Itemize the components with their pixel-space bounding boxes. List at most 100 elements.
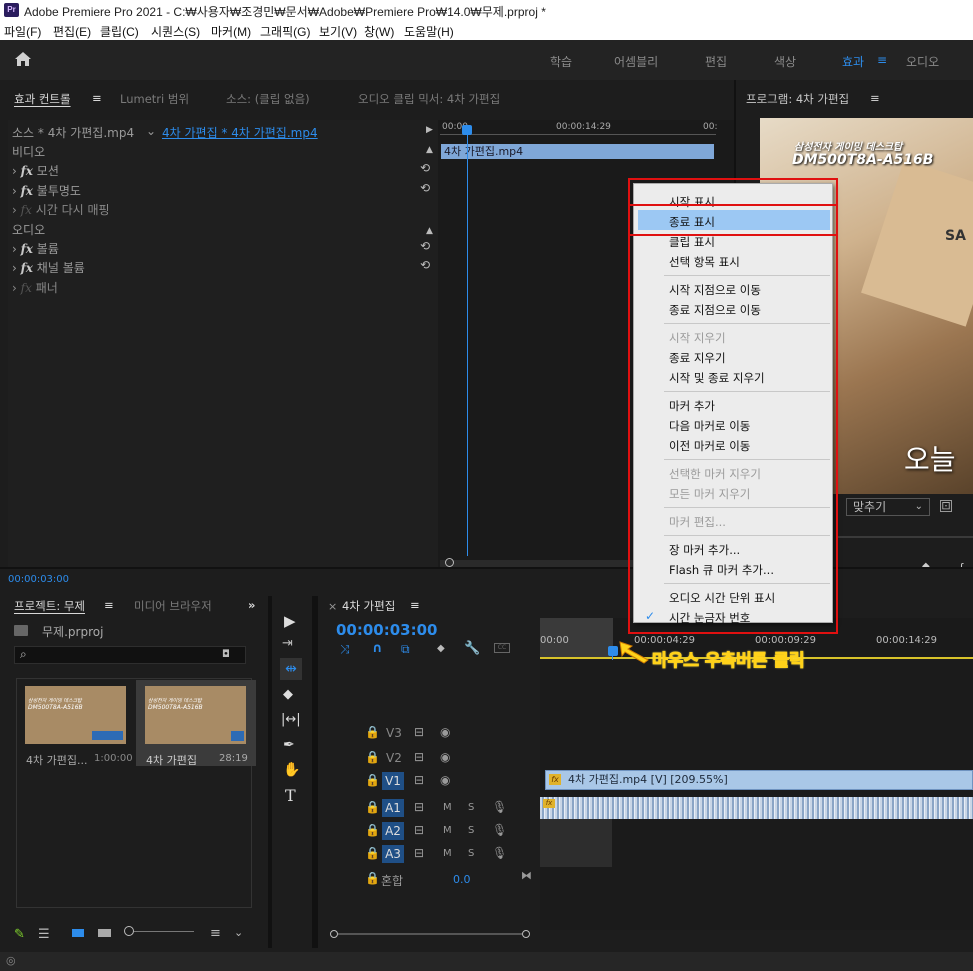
- microphone-icon[interactable]: 🎙: [492, 846, 507, 860]
- project-item-name[interactable]: 4차 가편집: [146, 752, 197, 768]
- microphone-icon[interactable]: 🎙: [492, 800, 507, 814]
- menu-help[interactable]: 도움말(H): [404, 23, 454, 40]
- project-item-name[interactable]: 4차 가편집...: [26, 752, 87, 768]
- solo-button[interactable]: S: [468, 848, 474, 859]
- tab-source[interactable]: 소스: (클립 없음): [226, 91, 310, 107]
- scroll-handle-right[interactable]: [522, 930, 530, 938]
- wrench-icon[interactable]: 🔧: [464, 641, 480, 656]
- track-label-a1[interactable]: A1: [382, 799, 404, 817]
- freeform-view-icon[interactable]: [98, 929, 111, 937]
- close-icon[interactable]: ×: [328, 600, 337, 613]
- lock-icon[interactable]: 🔒: [365, 846, 380, 860]
- tab-audio-clip-mixer[interactable]: 오디오 클립 믹서: 4차 가편집: [358, 91, 500, 107]
- lock-icon[interactable]: 🔒: [365, 750, 380, 764]
- ec-clip-bar[interactable]: 4차 가편집.mp4: [441, 144, 714, 159]
- snap-icon[interactable]: ∩: [372, 641, 383, 656]
- audio-clip-a1[interactable]: [540, 797, 973, 819]
- mix-value[interactable]: 0.0: [453, 873, 471, 886]
- video-clip-v1[interactable]: 4차 가편집.mp4 [V] [209.55%]: [545, 770, 973, 790]
- eye-icon[interactable]: ◉: [440, 750, 450, 764]
- menu-clip[interactable]: 클립(C): [100, 23, 139, 40]
- scroll-track[interactable]: [338, 933, 522, 935]
- effect-time-remapping[interactable]: › fx 시간 다시 매핑: [12, 201, 110, 219]
- chevron-down-icon[interactable]: ⌄: [234, 926, 243, 939]
- workspace-learn[interactable]: 학습: [550, 53, 572, 70]
- sequence-timecode[interactable]: 00:00:03:00: [336, 621, 438, 639]
- tab-effect-controls[interactable]: 효과 컨트롤: [14, 91, 71, 107]
- tab-lumetri-scopes[interactable]: Lumetri 범위: [120, 91, 189, 107]
- captions-icon[interactable]: CC: [494, 643, 510, 653]
- workspace-menu-icon[interactable]: ≡: [877, 53, 887, 67]
- track-area[interactable]: [540, 660, 973, 930]
- mute-button[interactable]: M: [443, 825, 452, 836]
- eye-icon[interactable]: ◉: [440, 725, 450, 739]
- reset-icon[interactable]: ⟲: [420, 181, 430, 195]
- nest-icon[interactable]: ⤨: [340, 642, 350, 657]
- pen-tool-icon[interactable]: ✒: [283, 737, 295, 753]
- zoom-select[interactable]: 맞추기 ⌄: [846, 498, 930, 516]
- tab-program[interactable]: 프로그램: 4차 가편집: [746, 91, 849, 107]
- tab-project[interactable]: 프로젝트: 무제: [14, 598, 85, 614]
- hand-tool-icon[interactable]: ✋: [283, 762, 300, 778]
- sync-lock-icon[interactable]: ⊟: [414, 846, 424, 860]
- track-label-v1[interactable]: V1: [382, 772, 404, 790]
- zoom-slider-track[interactable]: [134, 931, 194, 932]
- tab-sequence[interactable]: 4차 가편집: [342, 598, 395, 614]
- collapse-up-icon[interactable]: ▲: [426, 145, 433, 155]
- workspace-assembly[interactable]: 어셈블리: [614, 53, 658, 70]
- menu-view[interactable]: 보기(V): [319, 23, 357, 40]
- menu-file[interactable]: 파일(F): [4, 23, 41, 40]
- track-label-v3[interactable]: V3: [386, 726, 402, 740]
- more-tabs-icon[interactable]: »: [248, 598, 255, 612]
- reset-icon[interactable]: ⟲: [420, 161, 430, 175]
- new-bin-icon[interactable]: ◘: [222, 649, 230, 660]
- track-label-a2[interactable]: A2: [382, 822, 404, 840]
- razor-tool-icon[interactable]: ◆: [283, 687, 293, 702]
- sync-lock-icon[interactable]: ⊟: [414, 823, 424, 837]
- tab-media-browser[interactable]: 미디어 브라우저: [134, 598, 212, 614]
- solo-button[interactable]: S: [468, 825, 474, 836]
- workspace-effects[interactable]: 효과: [842, 53, 864, 70]
- lock-icon[interactable]: 🔒: [365, 871, 380, 885]
- zoom-slider-handle[interactable]: [124, 926, 134, 936]
- lock-icon[interactable]: 🔒: [365, 725, 380, 739]
- lock-icon[interactable]: 🔒: [365, 823, 380, 837]
- sync-lock-icon[interactable]: ⊟: [414, 800, 424, 814]
- reset-icon[interactable]: ⟲: [420, 258, 430, 272]
- workspace-edit[interactable]: 편집: [705, 53, 727, 70]
- tab-program-menu[interactable]: ≡: [870, 91, 880, 105]
- menu-edit[interactable]: 편집(E): [53, 23, 91, 40]
- menu-marker[interactable]: 마커(M): [211, 23, 251, 40]
- effect-panner[interactable]: › fx 패너: [12, 279, 58, 297]
- effect-channel-volume[interactable]: › fx 채널 볼륨: [12, 259, 85, 277]
- list-view-icon[interactable]: ☰: [38, 927, 50, 942]
- sync-lock-icon[interactable]: ⊟: [414, 773, 424, 787]
- menu-sequence[interactable]: 시퀀스(S): [151, 23, 200, 40]
- icon-view-icon[interactable]: [72, 929, 84, 937]
- effect-motion[interactable]: › fx 모션: [12, 162, 59, 180]
- menu-window[interactable]: 창(W): [364, 23, 394, 40]
- workspace-color[interactable]: 색상: [774, 53, 796, 70]
- timeline-scrollbar[interactable]: [330, 930, 530, 938]
- settings-box-icon[interactable]: ⊡: [940, 500, 952, 512]
- track-label-a3[interactable]: A3: [382, 845, 404, 863]
- workspace-audio[interactable]: 오디오: [906, 53, 939, 70]
- microphone-icon[interactable]: 🎙: [492, 823, 507, 837]
- tab-effect-controls-menu[interactable]: ≡: [92, 91, 102, 105]
- collapse-up-icon[interactable]: ▲: [426, 226, 433, 236]
- effect-volume[interactable]: › fx 볼륨: [12, 240, 59, 258]
- sync-lock-icon[interactable]: ⊟: [414, 750, 424, 764]
- track-label-v2[interactable]: V2: [386, 751, 402, 765]
- selection-tool-icon[interactable]: ▶: [284, 612, 296, 630]
- menu-graphics[interactable]: 그래픽(G): [260, 23, 310, 40]
- chevron-down-icon[interactable]: ⌄: [146, 124, 156, 138]
- play-triangle-icon[interactable]: ▶: [426, 125, 433, 135]
- end-icon[interactable]: ⧓: [521, 869, 532, 882]
- linked-selection-icon[interactable]: ⧉: [401, 642, 410, 657]
- reset-icon[interactable]: ⟲: [420, 239, 430, 253]
- scroll-handle-left[interactable]: [330, 930, 338, 938]
- sequence-clip-link[interactable]: 4차 가편집 * 4차 가편집.mp4: [162, 124, 318, 141]
- ec-timecode[interactable]: 00:00:03:00: [8, 574, 69, 585]
- effect-opacity[interactable]: › fx 불투명도: [12, 182, 81, 200]
- tab-project-menu[interactable]: ≡: [104, 598, 114, 612]
